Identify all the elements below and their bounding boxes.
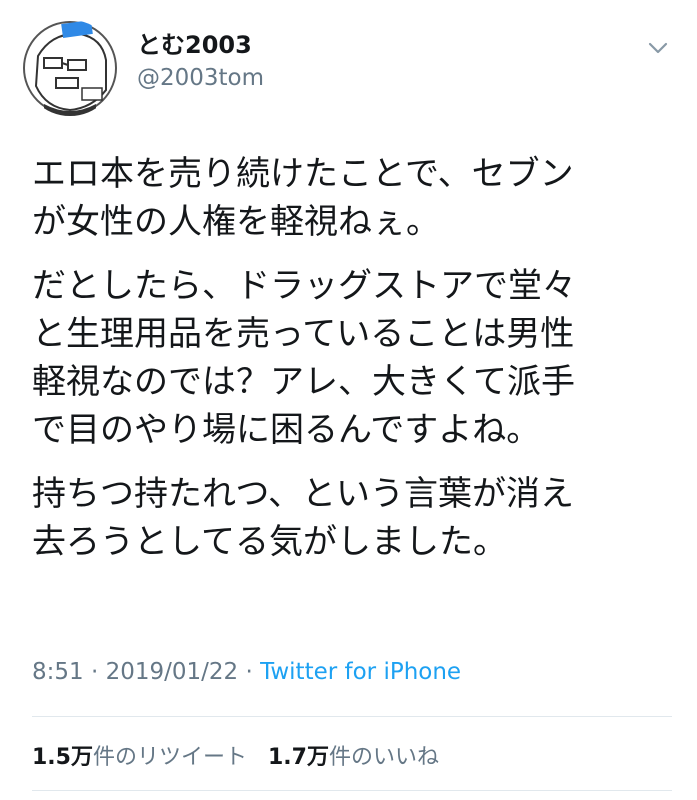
display-name[interactable]: とむ2003 xyxy=(137,30,264,60)
tweet-paragraph: だとしたら、ドラッグストアで堂々 と生理用品を売っていることは男性 軽視なのでは… xyxy=(32,266,576,450)
meta-separator: · xyxy=(83,659,106,685)
tweet-meta: 8:51 · 2019/01/22 · Twitter for iPhone xyxy=(32,655,461,689)
tweet-text: エロ本を売り続けたことで、セブン が女性の人権を軽視ねぇ。 だとしたら、ドラッグ… xyxy=(32,150,672,582)
tweet-source-link[interactable]: Twitter for iPhone xyxy=(260,659,461,685)
retweets-label: 件のリツイート xyxy=(92,745,247,770)
user-info[interactable]: とむ2003 @2003tom xyxy=(137,30,264,93)
tweet-paragraph: 持ちつ持たれつ、という言葉が消え 去ろうとしてる気がしました。 xyxy=(32,474,574,562)
tweet-header: とむ2003 @2003tom xyxy=(0,0,697,120)
avatar[interactable] xyxy=(22,20,118,116)
tweet-time[interactable]: 8:51 xyxy=(32,659,84,685)
tweet-stats: 1.5万件のリツイート 1.7万件のいいね xyxy=(32,742,439,774)
cartoon-face-avatar-icon xyxy=(22,20,118,116)
retweets-count: 1.5万 xyxy=(32,745,93,770)
likes-stat[interactable]: 1.7万件のいいね xyxy=(268,742,439,774)
tweet-date[interactable]: 2019/01/22 xyxy=(106,659,239,685)
divider xyxy=(32,716,672,717)
user-handle[interactable]: @2003tom xyxy=(137,63,264,93)
retweets-stat[interactable]: 1.5万件のリツイート xyxy=(32,742,247,774)
likes-count: 1.7万 xyxy=(268,745,329,770)
tweet-menu-button[interactable] xyxy=(644,38,672,58)
chevron-down-icon xyxy=(648,42,668,54)
tweet-paragraph: エロ本を売り続けたことで、セブン が女性の人権を軽視ねぇ。 xyxy=(32,154,574,242)
meta-separator: · xyxy=(238,659,261,685)
divider xyxy=(32,790,672,791)
likes-label: 件のいいね xyxy=(328,745,439,770)
